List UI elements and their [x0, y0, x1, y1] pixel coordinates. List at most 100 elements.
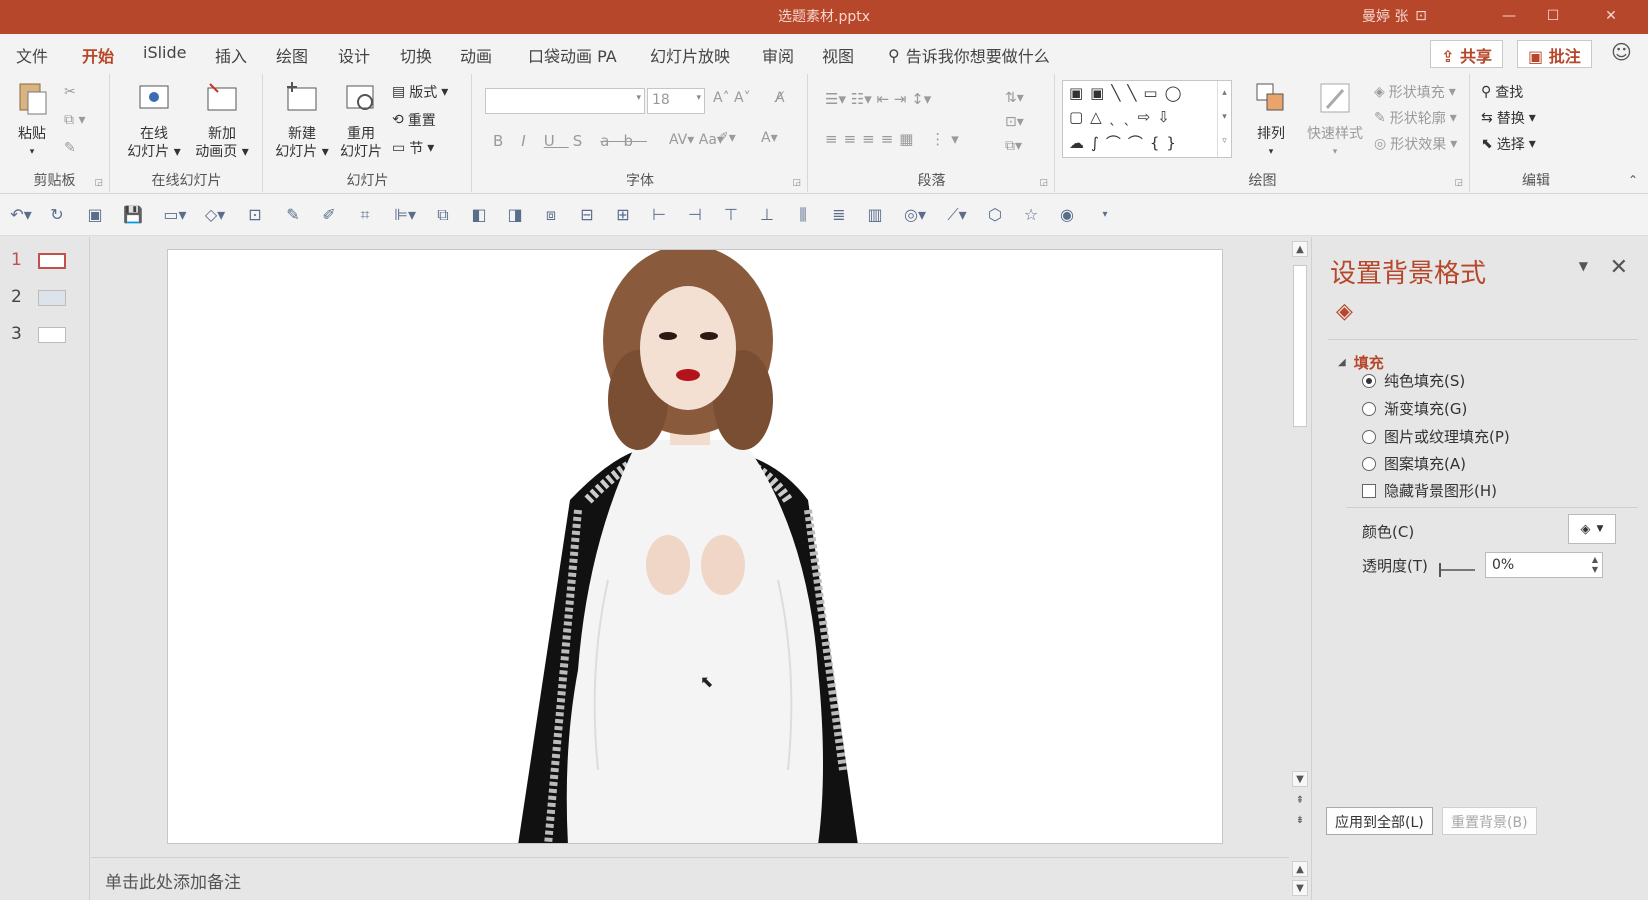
customize-qat-icon[interactable]: ▾ — [1094, 204, 1116, 226]
font-color-icon[interactable]: A▾ — [761, 130, 778, 146]
tab-file[interactable]: 文件 — [16, 43, 48, 67]
slide-canvas[interactable] — [167, 249, 1223, 844]
edit-points-icon[interactable]: ⟋▾ — [940, 204, 974, 226]
format-painter-icon[interactable]: ✎ — [64, 140, 76, 156]
grow-font-icon[interactable]: A˄ A˅ — [713, 90, 751, 106]
merge-shapes-icon[interactable]: ◎▾ — [898, 204, 932, 226]
share-button[interactable]: ⇪ 共享 — [1430, 40, 1503, 68]
tab-insert[interactable]: 插入 — [215, 43, 247, 67]
feedback-smiley-icon[interactable]: ☺ — [1611, 40, 1632, 64]
slide-photo-woman[interactable] — [168, 250, 1223, 844]
star-icon[interactable]: ☆ — [1020, 204, 1042, 226]
tell-me-box[interactable]: ⚲ 告诉我你想要做什么 — [888, 43, 1050, 67]
align-center-icon[interactable]: ⊟ — [576, 204, 598, 226]
bullets-icon[interactable]: ☰▾ ☷▾ ⇤ ⇥ ↕▾ — [825, 90, 931, 108]
save-icon[interactable]: 💾 — [122, 204, 144, 226]
undo-icon[interactable]: ↶▾ — [4, 204, 38, 226]
shape-fill-button[interactable]: ◈ 形状填充 ▾ — [1374, 82, 1456, 102]
next-slide-icon[interactable]: ⇟ — [1292, 813, 1308, 829]
paste-dropdown-icon[interactable]: ▾ — [10, 143, 54, 161]
chevron-down-icon[interactable]: ▾ — [1302, 143, 1368, 161]
select-button[interactable]: ⬉ 选择 ▾ — [1481, 134, 1536, 154]
char-spacing-icon[interactable]: AV▾ Aa▾ — [669, 132, 724, 148]
new-animation-page-button[interactable]: 新加 动画页 ▾ — [189, 78, 255, 161]
close-icon[interactable]: ✕ — [1610, 255, 1628, 280]
checkbox-hide-background[interactable] — [1362, 483, 1376, 498]
hide-background-graphics-option[interactable]: 隐藏背景图形(H) — [1362, 480, 1497, 501]
textbox-icon[interactable]: ▣ — [84, 204, 106, 226]
font-name-input[interactable]: ▾ — [485, 88, 645, 114]
reuse-slides-button[interactable]: 重用 幻灯片 — [334, 78, 388, 161]
find-button[interactable]: ⚲ 查找 — [1481, 82, 1523, 102]
new-slide-qat-icon[interactable]: ▭▾ — [158, 204, 192, 226]
align-text-icon[interactable]: ⊡▾ — [1005, 114, 1024, 130]
quick-styles-button[interactable]: 快速样式 ▾ — [1302, 78, 1368, 161]
align-top-icon[interactable]: ⊤ — [720, 204, 742, 226]
reset-button[interactable]: ⟲ 重置 — [392, 110, 436, 130]
new-slide-button[interactable]: 新建 幻灯片 ▾ — [272, 78, 332, 161]
section-button[interactable]: ▭ 节 ▾ — [392, 138, 434, 158]
tab-islide[interactable]: iSlide — [143, 43, 187, 62]
pattern-fill-option[interactable]: 图案填充(A) — [1362, 453, 1466, 474]
color-picker-button[interactable]: ◈ ▼ — [1568, 514, 1616, 544]
radio-pattern-fill[interactable] — [1362, 456, 1376, 471]
tab-animations[interactable]: 动画 — [460, 43, 492, 67]
tab-transitions[interactable]: 切换 — [400, 43, 432, 67]
scrollbar-thumb[interactable] — [1293, 265, 1307, 427]
text-direction-icon[interactable]: ⇅▾ — [1005, 90, 1024, 106]
3d-box-icon[interactable]: ⬡ — [984, 204, 1006, 226]
shape-outline-button[interactable]: ✎ 形状轮廓 ▾ — [1374, 108, 1457, 128]
align-right-icon[interactable]: ⊣ — [684, 204, 706, 226]
maximize-icon[interactable]: ☐ — [1540, 4, 1566, 28]
scroll-down-icon[interactable]: ▼ — [1292, 771, 1308, 787]
replace-button[interactable]: ⇆ 替换 ▾ — [1481, 108, 1536, 128]
dialog-launcher-icon[interactable]: ◲ — [1454, 178, 1463, 188]
group-icon[interactable]: ⧉ — [432, 204, 454, 226]
gradient-fill-option[interactable]: 渐变填充(G) — [1362, 398, 1467, 419]
close-window-icon[interactable]: ✕ — [1598, 4, 1624, 28]
shape-row-3[interactable]: ☁∫⌒⌒{} — [1069, 132, 1183, 153]
shadow-icon[interactable]: S — [573, 132, 597, 150]
spinner-arrows-icon[interactable]: ▲ ▼ — [1592, 555, 1598, 575]
radio-gradient-fill[interactable] — [1362, 401, 1376, 416]
eyedropper-line-icon[interactable]: ✐ — [318, 204, 340, 226]
transparency-input[interactable]: 0% ▲ ▼ — [1485, 552, 1603, 578]
tab-home[interactable]: 开始 — [82, 43, 115, 73]
solid-fill-option[interactable]: 纯色填充(S) — [1362, 370, 1465, 391]
shape-effects-button[interactable]: ◎ 形状效果 ▾ — [1374, 134, 1457, 154]
font-style-buttons[interactable]: B I U Sab — [493, 132, 647, 150]
copy-icon[interactable]: ⧉ ▾ — [64, 112, 85, 128]
collapse-ribbon-icon[interactable]: ⌃ — [1628, 173, 1638, 187]
shape-gallery[interactable]: ▣▣╲╲▭◯ ▢△ˎˎ⇨⇩ ☁∫⌒⌒{} ▴ ▾ ▿ — [1062, 80, 1232, 158]
slide-thumbnail[interactable]: 1 — [0, 245, 90, 275]
slide-thumbnail[interactable]: 2 — [0, 282, 90, 312]
radio-picture-fill[interactable] — [1362, 429, 1376, 444]
tab-review[interactable]: 审阅 — [762, 43, 794, 67]
tab-design[interactable]: 设计 — [338, 43, 370, 67]
paste-button[interactable]: 粘贴 ▾ — [10, 78, 54, 161]
paint-bucket-icon[interactable]: ◈ — [1336, 299, 1364, 327]
reset-background-button[interactable]: 重置背景(B) — [1442, 807, 1537, 835]
apply-to-all-button[interactable]: 应用到全部(L) — [1326, 807, 1433, 835]
minimize-icon[interactable]: — — [1496, 4, 1522, 28]
transparency-slider[interactable] — [1439, 563, 1475, 577]
cut-icon[interactable]: ✂ — [64, 84, 76, 100]
send-backward-icon[interactable]: ◨ — [504, 204, 526, 226]
circle-icon[interactable]: ◉ — [1056, 204, 1078, 226]
distribute-horizontal-icon[interactable]: ⫼ — [792, 204, 814, 226]
align-left-icon[interactable]: ⊢ — [648, 204, 670, 226]
previous-slide-icon[interactable]: ⇞ — [1292, 793, 1308, 809]
tab-pocket-animation[interactable]: 口袋动画 PA — [528, 43, 617, 67]
shapes-qat-icon[interactable]: ◇▾ — [198, 204, 232, 226]
tab-slideshow[interactable]: 幻灯片放映 — [650, 43, 730, 67]
tab-view[interactable]: 视图 — [822, 43, 854, 67]
comment-button[interactable]: ▣ 批注 — [1517, 40, 1592, 68]
align-middle-icon[interactable]: ⊞ — [612, 204, 634, 226]
dialog-launcher-icon[interactable]: ◲ — [792, 178, 801, 188]
ribbon-display-icon[interactable]: ⊡ — [1408, 4, 1434, 28]
ruler-icon[interactable]: ▥ — [864, 204, 886, 226]
layout-button[interactable]: ▤ 版式 ▾ — [392, 82, 448, 102]
crop-icon[interactable]: ⌗ — [354, 204, 376, 226]
bold-icon[interactable]: B — [493, 132, 517, 150]
gallery-scroll-icon[interactable]: ▴ ▾ ▿ — [1217, 81, 1231, 157]
